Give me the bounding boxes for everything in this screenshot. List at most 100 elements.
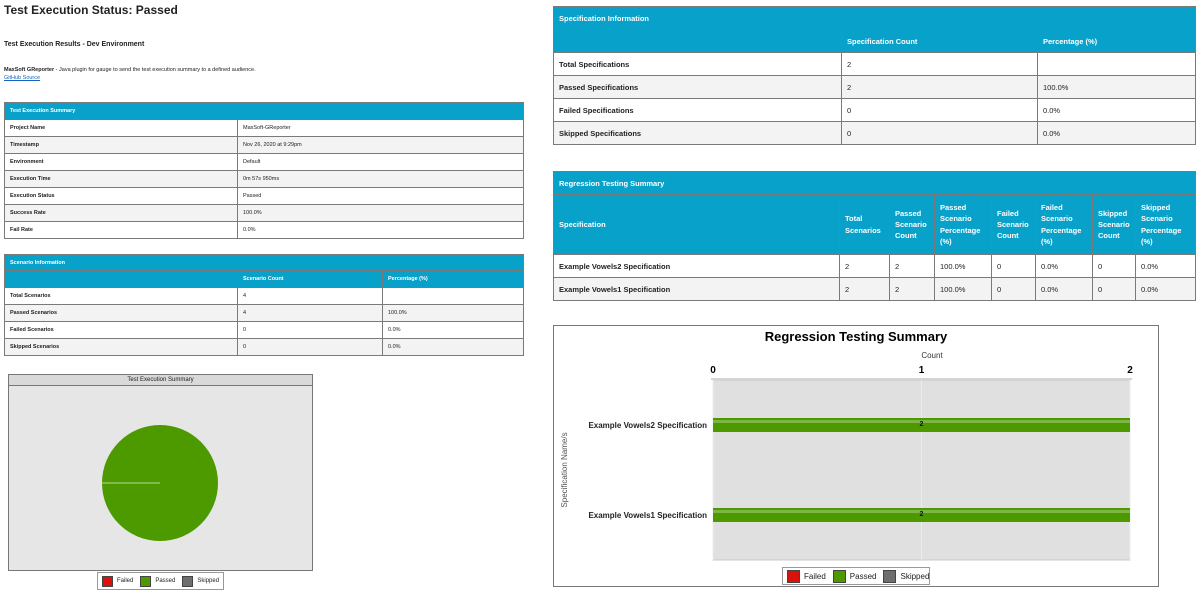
table-cell: 0.0% bbox=[1035, 277, 1093, 301]
column-header: Failed Scenario Count bbox=[991, 194, 1036, 255]
table-cell: 100.0% bbox=[1037, 75, 1196, 99]
specification-information-table: Specification Information Specification … bbox=[553, 6, 1196, 145]
column-header: Skipped Scenario Count bbox=[1092, 194, 1136, 255]
pie-chart-legend: Failed Passed Skipped bbox=[97, 572, 224, 590]
column-header bbox=[553, 29, 842, 53]
summary-row-value: 0m 57s 950ms bbox=[237, 170, 524, 188]
plugin-desc: - Java plugin for gauge to send the test… bbox=[54, 67, 256, 73]
table-cell: 0 bbox=[237, 338, 383, 356]
summary-row-value: MaxSoft-GReporter bbox=[237, 119, 524, 137]
table-cell: 0.0% bbox=[1134, 277, 1197, 301]
summary-row-value: Default bbox=[237, 153, 524, 171]
summary-row-value: Nov 26, 2020 at 9:29pm bbox=[237, 136, 524, 154]
table-cell: 2 bbox=[839, 277, 890, 301]
legend-item: Skipped bbox=[883, 569, 929, 583]
table-cell: 4 bbox=[237, 287, 383, 305]
row-label: Total Specifications bbox=[553, 52, 842, 76]
summary-row-label: Execution Time bbox=[4, 170, 238, 188]
column-header: Passed Scenario Count bbox=[889, 194, 935, 255]
x-tick-label: 1 bbox=[919, 365, 925, 376]
summary-row-label: Project Name bbox=[4, 119, 238, 137]
summary-row: Environment Default bbox=[4, 153, 524, 171]
column-header: Specification Count bbox=[841, 29, 1038, 53]
plot-area-top-shade bbox=[711, 378, 1132, 380]
regression-chart-panel: Regression Testing Summary Count Specifica… bbox=[553, 325, 1159, 587]
column-header: Passed Scenario Percentage (%) bbox=[934, 194, 992, 255]
table-cell: 0 bbox=[991, 277, 1036, 301]
github-source-link[interactable]: GitHub Source bbox=[4, 75, 40, 81]
column-header: Total Scenarios bbox=[839, 194, 890, 255]
table-cell: 0 bbox=[237, 321, 383, 339]
table-cell: 0.0% bbox=[1134, 254, 1197, 278]
execution-summary-caption: Test Execution Summary bbox=[4, 102, 524, 120]
table-cell: 0.0% bbox=[1037, 121, 1196, 145]
legend-item: Skipped bbox=[182, 575, 219, 587]
legend-swatch bbox=[102, 575, 113, 587]
y-tick-label: Example Vowels1 Specification bbox=[588, 511, 707, 520]
table-cell: 0.0% bbox=[1035, 254, 1093, 278]
column-header: Percentage (%) bbox=[381, 270, 525, 288]
y-tick-label: Example Vowels2 Specification bbox=[588, 421, 707, 430]
row-label: Skipped Specifications bbox=[553, 121, 842, 145]
table-cell: 0 bbox=[991, 254, 1036, 278]
table-cell: 4 bbox=[237, 304, 383, 322]
scenario-information-caption: Scenario Information bbox=[3, 254, 525, 271]
legend-item: Passed bbox=[832, 569, 876, 583]
summary-row-value: 100.0% bbox=[237, 204, 524, 222]
plugin-name: MaxSoft GReporter bbox=[4, 67, 55, 73]
summary-row-label: Fail Rate bbox=[4, 221, 238, 239]
pie-chart bbox=[102, 425, 218, 541]
x-tick-label: 2 bbox=[1127, 365, 1133, 376]
row-label: Total Scenarios bbox=[4, 287, 238, 305]
legend-label: Passed bbox=[155, 578, 176, 584]
chart-title: Regression Testing Summary bbox=[765, 329, 948, 344]
pie-chart-title: Test Execution Summary bbox=[9, 375, 312, 386]
summary-row: Fail Rate 0.0% bbox=[4, 221, 524, 239]
table-cell: 2 bbox=[839, 254, 890, 278]
column-header: Failed Scenario Percentage (%) bbox=[1035, 194, 1093, 255]
table-cell: 0 bbox=[841, 98, 1038, 122]
bar-data-label: 2 bbox=[920, 511, 924, 518]
table-row: Skipped Specifications 0 0.0% bbox=[553, 121, 1196, 145]
legend-swatch bbox=[182, 575, 194, 587]
row-label: Passed Scenarios bbox=[4, 304, 238, 322]
table-cell bbox=[381, 287, 525, 305]
table-cell: 0 bbox=[1092, 277, 1136, 301]
plugin-description: MaxSoft GReporter - Java plugin for gaug… bbox=[4, 67, 256, 73]
page-subtitle: Test Execution Results - Dev Environment bbox=[4, 41, 145, 48]
table-row: Passed Scenarios 4 100.0% bbox=[4, 304, 525, 322]
column-header: Scenario Count bbox=[237, 270, 383, 288]
legend-item: Failed bbox=[787, 569, 826, 583]
row-label: Example Vowels2 Specification bbox=[553, 254, 840, 278]
table-cell bbox=[1037, 52, 1196, 76]
column-header: Skipped Scenario Percentage (%) bbox=[1134, 194, 1197, 255]
row-label: Example Vowels1 Specification bbox=[553, 277, 840, 301]
x-tick-label: 0 bbox=[710, 365, 716, 376]
row-label: Passed Specifications bbox=[553, 75, 842, 99]
table-cell: 100.0% bbox=[934, 277, 992, 301]
row-label: Failed Specifications bbox=[553, 98, 842, 122]
table-cell: 0.0% bbox=[381, 321, 525, 339]
y-axis-label: Specification Name/s bbox=[560, 432, 569, 507]
summary-row-label: Success Rate bbox=[4, 204, 238, 222]
legend-label: Failed bbox=[804, 571, 826, 581]
table-header-row: Scenario Count Percentage (%) bbox=[4, 270, 525, 288]
summary-row-label: Environment bbox=[4, 153, 238, 171]
table-row: Failed Specifications 0 0.0% bbox=[553, 98, 1196, 122]
regression-bar-chart: Regression Testing Summary Count Specifica… bbox=[560, 329, 1133, 561]
legend-swatch bbox=[140, 575, 152, 587]
page-title: Test Execution Status: Passed bbox=[4, 3, 178, 17]
legend-item: Failed bbox=[102, 575, 134, 587]
summary-row-value: 0.0% bbox=[237, 221, 524, 239]
table-cell: 2 bbox=[841, 75, 1038, 99]
table-cell: 100.0% bbox=[381, 304, 525, 322]
column-header bbox=[4, 270, 238, 288]
summary-row: Timestamp Nov 26, 2020 at 9:29pm bbox=[4, 136, 524, 154]
table-header-row: Specification Count Percentage (%) bbox=[553, 29, 1196, 53]
regression-summary-caption: Regression Testing Summary bbox=[552, 171, 1197, 195]
legend-swatch bbox=[787, 569, 800, 583]
legend-label: Failed bbox=[117, 578, 134, 584]
regression-chart-legend: Failed Passed Skipped bbox=[782, 567, 930, 585]
row-label: Failed Scenarios bbox=[4, 321, 238, 339]
scenario-information-table: Scenario Information Scenario Count Perce… bbox=[3, 254, 525, 356]
